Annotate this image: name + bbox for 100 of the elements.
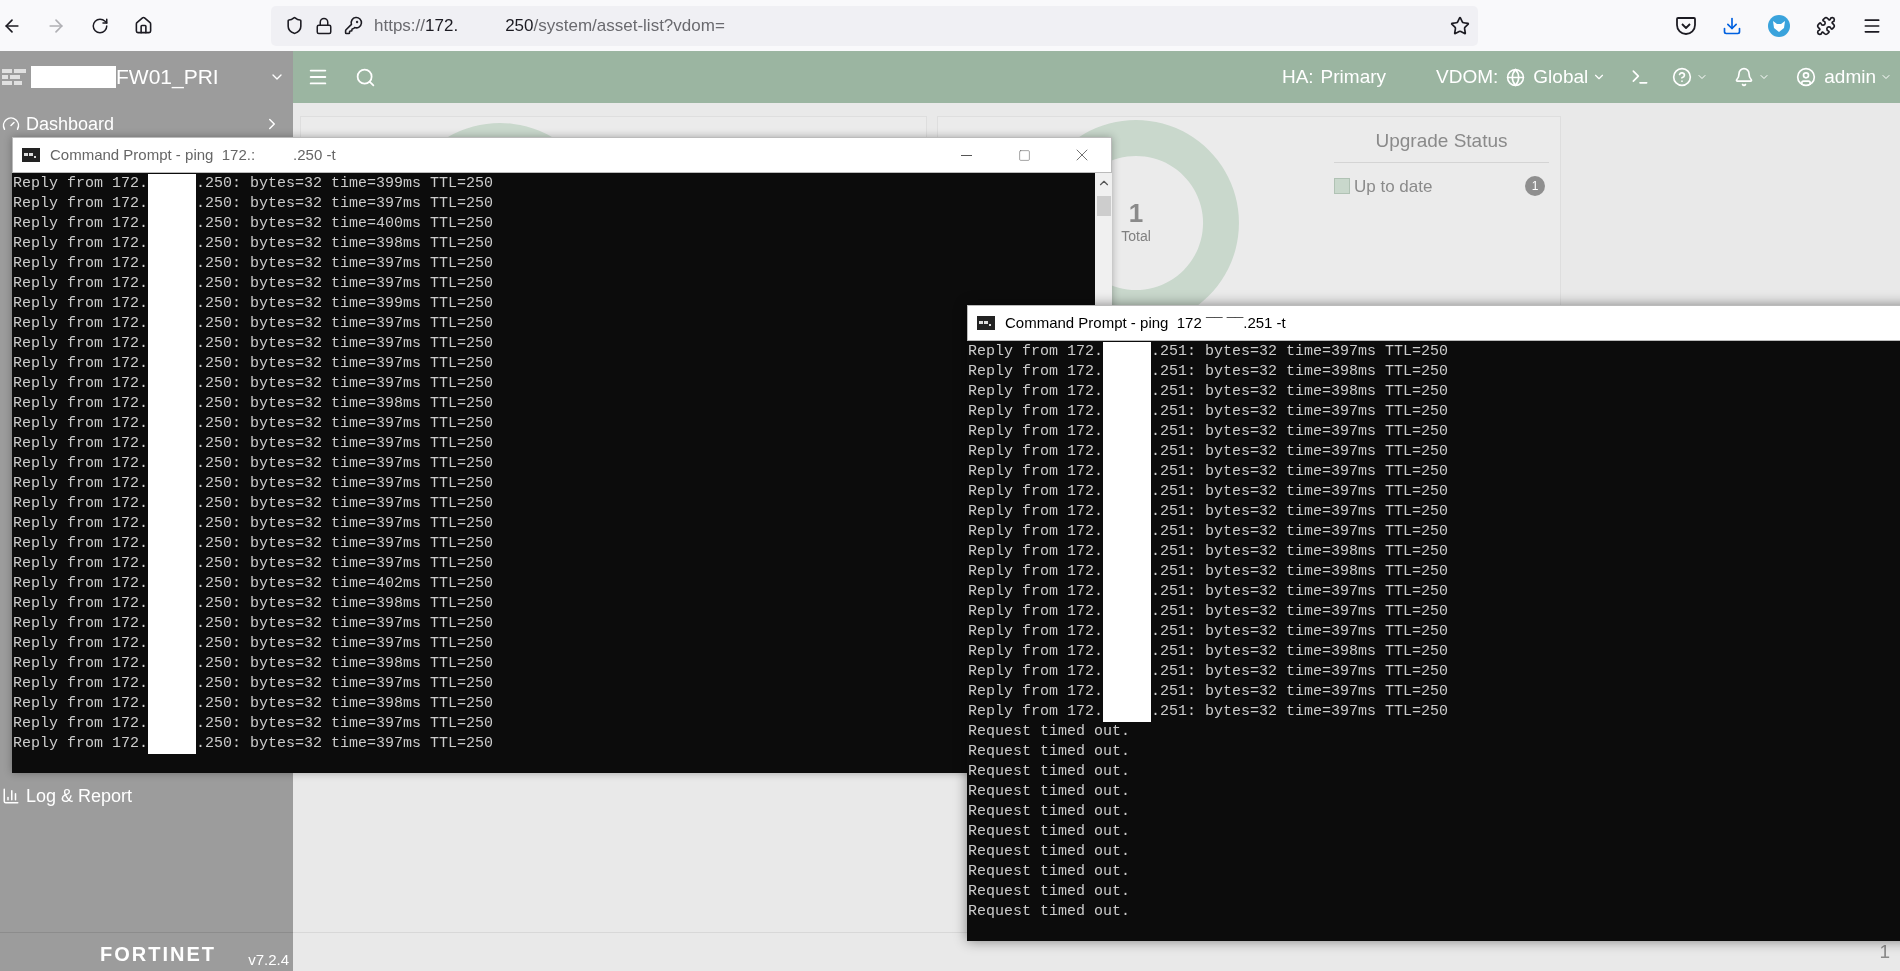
console-text: .251: bytes=32 time=398ms TTL=250 [1151, 382, 1449, 402]
console-text: .251: bytes=32 time=398ms TTL=250 [1151, 542, 1449, 562]
url-text: https:// [374, 14, 426, 37]
console-text: Reply from 172. [13, 394, 149, 414]
console-text: .250: bytes=32 time=398ms TTL=250 [196, 394, 494, 414]
page-count: 1 [1879, 939, 1890, 964]
vdom-dropdown[interactable]: Global [1533, 62, 1607, 92]
console-text: Reply from 172. [13, 714, 149, 734]
console-text: .250: bytes=32 time=398ms TTL=250 [196, 654, 494, 674]
console-text: .251: bytes=32 time=397ms TTL=250 [1151, 622, 1449, 642]
extensions-icon[interactable] [1816, 15, 1836, 36]
lock-warning-icon[interactable] [315, 16, 333, 35]
console-text: Reply from 172. [968, 582, 1104, 602]
console-text: Reply from 172. [968, 682, 1104, 702]
console-text: .251: bytes=32 time=397ms TTL=250 [1151, 502, 1449, 522]
console-text: .250: bytes=32 time=402ms TTL=250 [196, 574, 494, 594]
notifications-dropdown[interactable] [1734, 67, 1771, 87]
scroll-thumb[interactable] [1096, 196, 1111, 216]
console-text: Reply from 172. [13, 594, 149, 614]
console-text: Reply from 172. [13, 534, 149, 554]
ha-label: HA: [1281, 64, 1314, 89]
console-text: .251: bytes=32 time=397ms TTL=250 [1151, 402, 1449, 422]
console-text: .250: bytes=32 time=397ms TTL=250 [196, 734, 494, 754]
console-text: .250: bytes=32 time=397ms TTL=250 [196, 254, 494, 274]
shield-icon[interactable] [285, 16, 304, 35]
bookmark-star-icon[interactable] [1450, 15, 1470, 36]
console-text: Reply from 172. [968, 462, 1104, 482]
sidebar-item[interactable]: Log & Report [0, 780, 293, 812]
pocket-icon[interactable] [1676, 16, 1696, 35]
console-text: .250: bytes=32 time=397ms TTL=250 [196, 674, 494, 694]
legend-label: Up to date [1354, 175, 1433, 198]
console-text: .250: bytes=32 time=397ms TTL=250 [196, 634, 494, 654]
ha-status: Primary [1320, 64, 1387, 89]
console-line: Request timed out. [968, 902, 1131, 922]
console-text: .251: bytes=32 time=397ms TTL=250 [1151, 602, 1449, 622]
console-text: Reply from 172. [968, 562, 1104, 582]
vdom-label: VDOM: [1436, 64, 1499, 89]
console-text: Reply from 172. [13, 554, 149, 574]
total-label: Total [1121, 226, 1151, 246]
window-title: .250 -t [293, 144, 336, 165]
console-line: Request timed out. [968, 862, 1131, 882]
console-text: .250: bytes=32 time=400ms TTL=250 [196, 214, 494, 234]
console-text: Reply from 172. [968, 482, 1104, 502]
console-text: Reply from 172. [13, 214, 149, 234]
console-line: Request timed out. [968, 762, 1131, 782]
console-text: Reply from 172. [13, 454, 149, 474]
console-text: .250: bytes=32 time=397ms TTL=250 [196, 714, 494, 734]
gauge-icon [2, 115, 20, 133]
console-text: Reply from 172. [13, 474, 149, 494]
console-text: .250: bytes=32 time=397ms TTL=250 [196, 534, 494, 554]
console-line: Request timed out. [968, 882, 1131, 902]
user-menu[interactable]: admin [1796, 62, 1892, 92]
console-text: .250: bytes=32 time=398ms TTL=250 [196, 234, 494, 254]
console-text: Reply from 172. [968, 522, 1104, 542]
console-text: .251: bytes=32 time=397ms TTL=250 [1151, 342, 1449, 362]
console-text: .251: bytes=32 time=398ms TTL=250 [1151, 562, 1449, 582]
console-line: Request timed out. [968, 742, 1131, 762]
console-text: .251: bytes=32 time=397ms TTL=250 [1151, 702, 1449, 722]
address-bar[interactable]: https://172. 250/system/asset-list?vdom= [271, 5, 1478, 46]
help-dropdown[interactable] [1672, 67, 1709, 87]
console-text: .251: bytes=32 time=397ms TTL=250 [1151, 462, 1449, 482]
console-text: .250: bytes=32 time=397ms TTL=250 [196, 554, 494, 574]
sidebar-item[interactable]: Dashboard [0, 108, 293, 140]
console-text: .250: bytes=32 time=397ms TTL=250 [196, 314, 494, 334]
version-text: v7.2.4 [248, 949, 289, 970]
brand-logo: FORTINET [100, 942, 216, 967]
bell-icon [1734, 67, 1755, 87]
console-text: Reply from 172. [13, 314, 149, 334]
redaction-block [1103, 702, 1152, 722]
console-text: .251: bytes=32 time=397ms TTL=250 [1151, 682, 1449, 702]
console-line: Request timed out. [968, 822, 1131, 842]
maximize-icon [1017, 148, 1031, 162]
window-title: Command Prompt - ping 172.: [50, 144, 256, 165]
console-text: .250: bytes=32 time=397ms TTL=250 [196, 274, 494, 294]
console-line: Request timed out. [968, 782, 1131, 802]
console-text: Reply from 172. [968, 422, 1104, 442]
console-text: Reply from 172. [968, 702, 1104, 722]
console-text: Reply from 172. [13, 494, 149, 514]
console-line: Request timed out. [968, 722, 1131, 742]
console-text: Reply from 172. [13, 414, 149, 434]
console-text: Reply from 172. [968, 362, 1104, 382]
key-icon[interactable] [344, 16, 363, 35]
console-text: .250: bytes=32 time=397ms TTL=250 [196, 454, 494, 474]
search-icon[interactable] [355, 66, 376, 88]
download-icon[interactable] [1722, 15, 1742, 36]
legend-checkbox[interactable] [1334, 178, 1350, 195]
firewall-icon [2, 67, 28, 87]
console-text: Reply from 172. [13, 374, 149, 394]
console-text: Reply from 172. [13, 294, 149, 314]
user-icon [1796, 67, 1817, 87]
console-text: .250: bytes=32 time=399ms TTL=250 [196, 174, 494, 194]
fox-extension-icon[interactable] [1768, 14, 1790, 37]
console-text: Reply from 172. [13, 254, 149, 274]
console-text: Reply from 172. [968, 602, 1104, 622]
home-icon[interactable] [134, 16, 153, 35]
legend-title: Upgrade Status [1334, 127, 1549, 163]
url-text: 172. [425, 14, 459, 37]
reload-icon[interactable] [91, 16, 109, 35]
console-text: Reply from 172. [13, 634, 149, 654]
console-text: .250: bytes=32 time=399ms TTL=250 [196, 294, 494, 314]
